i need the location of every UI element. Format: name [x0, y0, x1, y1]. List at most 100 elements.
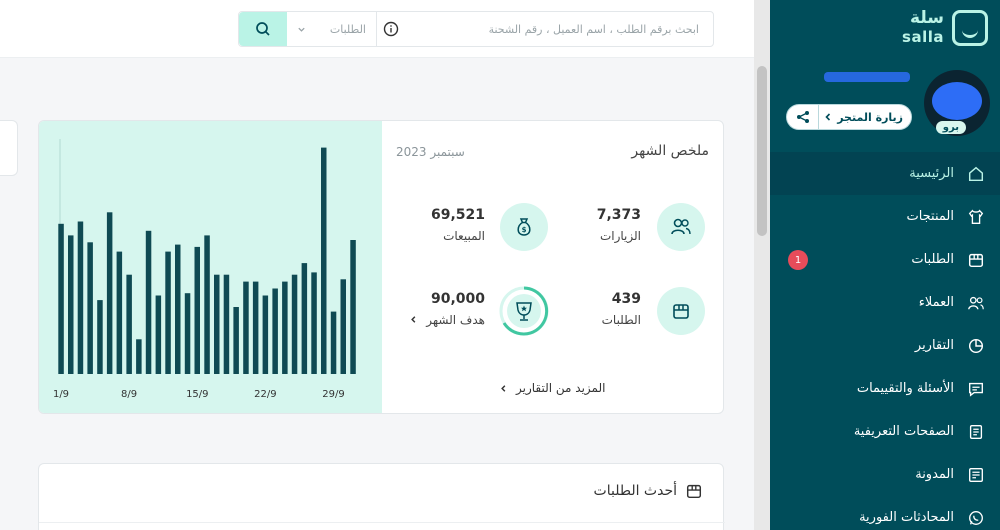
sidebar-item-whatsapp[interactable]: المحادثات الفورية — [754, 496, 1000, 530]
share-icon — [796, 111, 809, 123]
sidebar-item-comment[interactable]: الأسئلة والتقييمات — [754, 367, 1000, 410]
scrollbar[interactable] — [754, 0, 770, 530]
visits-icon — [657, 203, 705, 251]
page-icon — [966, 422, 986, 442]
chart-bar[interactable] — [58, 223, 64, 374]
latest-orders-header: أحدث الطلبات — [594, 482, 703, 500]
sidebar-item-orders[interactable]: الطلبات 1 — [754, 238, 1000, 281]
money-bag-icon: $ — [500, 203, 548, 251]
search-input[interactable] — [405, 12, 713, 46]
notification-badge: 1 — [788, 250, 808, 270]
chart-bar[interactable] — [126, 274, 132, 374]
chart-bar[interactable] — [175, 244, 181, 374]
sidebar-item-label: المنتجات — [906, 209, 954, 224]
divider — [39, 522, 725, 523]
orders-value: 439 — [611, 291, 641, 307]
chart-bar[interactable] — [282, 281, 288, 374]
chart-bar[interactable] — [68, 235, 74, 374]
search-icon — [256, 22, 270, 36]
orders-label: الطلبات — [601, 313, 641, 327]
goal-value: 90,000 — [430, 291, 485, 307]
chart-bar[interactable] — [243, 281, 249, 374]
more-reports-link[interactable]: المزيد من التقارير — [499, 381, 605, 395]
chart-bar[interactable] — [233, 307, 239, 374]
partial-card — [0, 120, 18, 176]
chart-bar[interactable] — [330, 311, 337, 374]
salla-logo[interactable]: سلة salla — [902, 8, 988, 48]
info-icon[interactable] — [377, 12, 405, 46]
sidebar-item-label: التقارير — [914, 338, 954, 353]
sales-value: 69,521 — [430, 207, 485, 223]
chart-bar[interactable] — [311, 272, 317, 374]
chart-bar[interactable] — [97, 300, 103, 374]
sidebar-item-pie-chart[interactable]: التقارير — [754, 324, 1000, 367]
chart-bar[interactable] — [87, 242, 93, 374]
sidebar-nav: الرئيسية المنتجات الطلبات 1 العملاء التقارير ا… — [754, 152, 1000, 530]
chart-bar[interactable] — [194, 246, 201, 374]
chevron-left-icon — [411, 316, 416, 323]
scrollbar-thumb[interactable] — [757, 66, 767, 236]
chart-tick-label: 29/9 — [322, 389, 344, 400]
logo-text-en: salla — [902, 28, 944, 46]
sidebar-item-label: المحادثات الفورية — [859, 510, 954, 525]
salla-logo-mark — [952, 10, 988, 46]
chart-bar[interactable] — [301, 263, 308, 374]
chevron-left-icon — [501, 384, 506, 392]
daily-sales-chart: 1/9 8/9 15/9 22/9 29/9 — [39, 121, 382, 413]
chart-bar[interactable] — [321, 147, 327, 374]
visit-store-control: زيارة المتجر — [786, 104, 912, 130]
goal-label-text: هدف الشهر — [426, 313, 485, 327]
sidebar-item-shirt[interactable]: المنتجات — [754, 195, 1000, 238]
sidebar-item-label: العملاء — [918, 295, 954, 310]
sales-stat: 69,521 المبيعات — [431, 207, 485, 243]
whatsapp-icon — [966, 508, 986, 528]
visit-store-button[interactable]: زيارة المتجر — [819, 111, 911, 124]
chart-bar[interactable] — [223, 274, 230, 374]
goal-trophy-icon — [499, 286, 549, 336]
chart-bar[interactable] — [165, 251, 171, 374]
svg-text:$: $ — [522, 226, 527, 234]
orders-stat: 439 الطلبات — [602, 291, 641, 327]
visit-store-label: زيارة المتجر — [837, 110, 903, 124]
share-button[interactable] — [787, 105, 820, 129]
plan-badge: برو — [935, 121, 966, 134]
goal-label: هدف الشهر — [409, 313, 485, 327]
top-bar: الطلبات — [0, 0, 754, 58]
sidebar-item-page[interactable]: الصفحات التعريفية — [754, 410, 1000, 453]
chart-bar[interactable] — [262, 295, 269, 375]
chevron-down-icon — [298, 27, 305, 32]
chart-bar[interactable] — [145, 230, 152, 374]
chart-bar[interactable] — [214, 274, 220, 374]
chart-bar[interactable] — [184, 293, 191, 374]
goal-stat[interactable]: 90,000 هدف الشهر — [409, 291, 485, 327]
sidebar-item-users[interactable]: العملاء — [754, 281, 1000, 324]
shirt-icon — [966, 207, 986, 227]
chart-svg: 1/9 8/9 15/9 22/9 29/9 — [53, 139, 356, 400]
search-scope-select[interactable]: الطلبات — [287, 12, 377, 46]
chart-bar[interactable] — [291, 274, 298, 374]
latest-orders-card: أحدث الطلبات — [38, 463, 725, 530]
chart-bar[interactable] — [350, 240, 356, 374]
search-button[interactable] — [239, 12, 287, 46]
chart-bar[interactable] — [252, 281, 259, 374]
sidebar-item-home[interactable]: الرئيسية — [754, 152, 1000, 195]
chart-bar[interactable] — [204, 235, 210, 374]
logo-text-ar: سلة — [910, 8, 944, 28]
chart-bar[interactable] — [272, 288, 278, 375]
chart-bar[interactable] — [155, 295, 162, 375]
chart-bar[interactable] — [136, 339, 142, 374]
sidebar-item-blog[interactable]: المدونة — [754, 453, 1000, 496]
chart-tick-label: 8/9 — [121, 389, 137, 400]
chart-bar[interactable] — [77, 221, 84, 375]
chevron-left-icon — [825, 113, 831, 121]
chart-bar[interactable] — [116, 251, 123, 374]
visits-stat: 7,373 الزيارات — [597, 207, 641, 243]
latest-orders-title: أحدث الطلبات — [593, 483, 677, 499]
sales-label: المبيعات — [443, 229, 485, 243]
sidebar: سلة salla برو زيارة المتجر الرئيسية المنت… — [754, 0, 1000, 530]
sidebar-item-label: الصفحات التعريفية — [853, 424, 954, 439]
summary-title: ملخص الشهر — [631, 143, 709, 159]
orders-icon — [966, 250, 986, 270]
chart-bar[interactable] — [106, 212, 113, 374]
chart-bar[interactable] — [340, 279, 347, 374]
